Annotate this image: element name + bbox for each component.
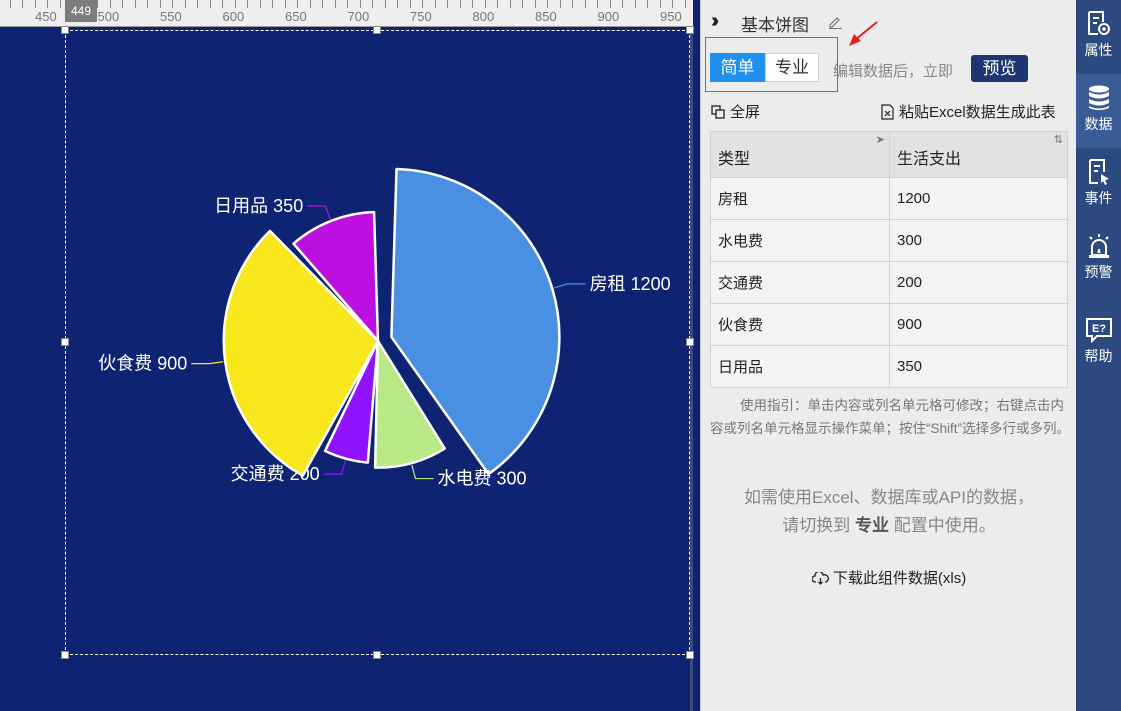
sidebar-item-properties[interactable]: 属性 <box>1076 0 1121 74</box>
table-header-cell[interactable]: 生活支出 ⇅ <box>889 131 1068 178</box>
sidebar-item-event[interactable]: 事件 <box>1076 148 1121 222</box>
pie-slice-label: 水电费 300 <box>438 469 527 489</box>
download-data-button[interactable]: 下载此组件数据(xls) <box>701 567 1077 588</box>
sidebar-item-help[interactable]: E? 帮助 <box>1076 306 1121 380</box>
svg-text:E?: E? <box>1091 323 1105 335</box>
sidebar-item-label: 事件 <box>1084 190 1113 206</box>
pie-label-leader <box>191 361 224 365</box>
collapse-icon[interactable]: ›› <box>711 10 720 33</box>
cloud-download-icon <box>811 570 829 585</box>
table-cell[interactable]: 伙食费 <box>710 303 890 346</box>
sidebar-item-label: 帮助 <box>1084 348 1113 364</box>
table-cell[interactable]: 350 <box>889 345 1068 388</box>
sort-icon[interactable]: ⇅ <box>1054 133 1063 146</box>
config-panel: ›› 基本饼图 简单 专业 编辑数据后，立即 预览 全屏 粘贴Excel数据生成… <box>700 0 1076 711</box>
paste-excel-label: 粘贴Excel数据生成此表 <box>899 104 1056 121</box>
fullscreen-icon <box>711 104 725 119</box>
table-row[interactable]: 伙食费 900 <box>710 303 1068 346</box>
pie-slice-label: 日用品 350 <box>214 196 303 216</box>
table-cell[interactable]: 300 <box>889 219 1068 262</box>
pie-slice-label: 房租 1200 <box>590 274 671 294</box>
excel-note-line1: 如需使用Excel、数据库或API的数据， <box>744 488 1034 507</box>
pie-label-leader <box>323 460 346 475</box>
sidebar-item-data[interactable]: 数据 <box>1076 74 1121 148</box>
alarm-icon <box>1088 234 1109 258</box>
pie-slice-label: 伙食费 900 <box>98 354 187 374</box>
table-cell[interactable]: 房租 <box>710 177 890 220</box>
properties-icon <box>1087 11 1110 35</box>
event-icon <box>1088 159 1109 185</box>
pie-label-leader <box>553 283 586 289</box>
data-table: 类型 ➤ 生活支出 ⇅ 房租 1200 水电费 300 交通费 200 伙食费 900 日用… <box>710 131 1068 388</box>
pie-label-leader <box>411 464 434 480</box>
red-arrow-icon <box>849 21 878 46</box>
excel-file-icon <box>881 103 894 120</box>
sidebar-item-label: 数据 <box>1084 116 1113 132</box>
pie-label-leader <box>307 205 331 220</box>
excel-note-line2: 请切换到 专业 配置中使用。 <box>782 516 996 535</box>
excel-source-note: 如需使用Excel、数据库或API的数据， 请切换到 专业 配置中使用。 <box>701 484 1077 540</box>
table-cell[interactable]: 1200 <box>889 177 1068 220</box>
database-icon <box>1088 85 1109 110</box>
sidebar-item-label: 属性 <box>1084 42 1113 58</box>
table-cell[interactable]: 200 <box>889 261 1068 304</box>
usage-guide: 使用指引：单击内容或列名单元格可修改；右键点击内容或列名单元格显示操作菜单；按住… <box>710 398 1071 436</box>
table-cell[interactable]: 900 <box>889 303 1068 346</box>
preview-button[interactable]: 预览 <box>971 55 1028 82</box>
edit-hint-text: 编辑数据后，立即 <box>833 63 954 80</box>
help-icon: E? <box>1085 318 1112 344</box>
table-cell[interactable]: 日用品 <box>710 345 890 388</box>
pro-mode-link[interactable]: 专业 <box>855 516 889 535</box>
table-cell[interactable]: 交通费 <box>710 261 890 304</box>
pie-chart[interactable]: 房租 1200水电费 300交通费 200伙食费 900日用品 350 <box>0 0 693 711</box>
sidebar-item-alarm[interactable]: 预警 <box>1076 222 1121 296</box>
download-label: 下载此组件数据(xls) <box>832 570 967 587</box>
table-row[interactable]: 水电费 300 <box>710 219 1068 262</box>
table-cell[interactable]: 水电费 <box>710 219 890 262</box>
table-row[interactable]: 交通费 200 <box>710 261 1068 304</box>
table-row[interactable]: 日用品 350 <box>710 345 1068 388</box>
paste-excel-button[interactable]: 粘贴Excel数据生成此表 <box>881 101 1056 122</box>
mode-pro-button[interactable]: 专业 <box>765 53 819 82</box>
send-icon[interactable]: ➤ <box>876 133 885 146</box>
mode-simple-button[interactable]: 简单 <box>710 53 765 82</box>
table-row[interactable]: 房租 1200 <box>710 177 1068 220</box>
sidebar-item-label: 预警 <box>1084 264 1113 280</box>
fullscreen-button[interactable]: 全屏 <box>711 101 760 122</box>
table-header-cell[interactable]: 类型 ➤ <box>710 131 890 178</box>
right-sidebar: 属性 数据 事件 预警 E? 帮助 <box>1076 0 1121 711</box>
fullscreen-label: 全屏 <box>730 104 761 121</box>
component-title: 基本饼图 <box>741 16 809 35</box>
edit-icon[interactable] <box>827 13 843 29</box>
